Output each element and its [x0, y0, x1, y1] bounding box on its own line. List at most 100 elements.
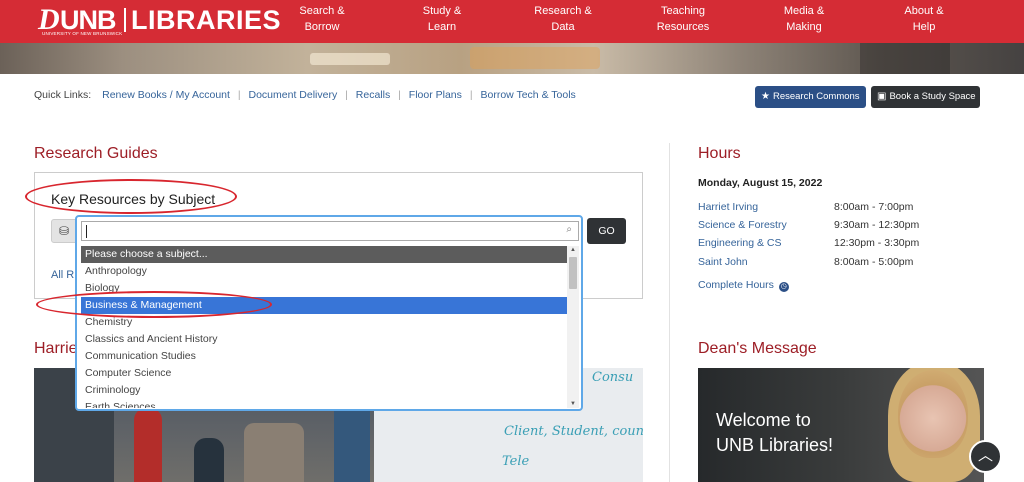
complete-hours-link[interactable]: Complete Hours ◷ — [698, 279, 789, 292]
quick-link-separator: | — [345, 89, 348, 101]
subject-search-input[interactable]: ⌕ — [81, 221, 579, 241]
nav-research-data[interactable]: Research & Data — [508, 3, 618, 35]
hours-time: 8:00am - 7:00pm — [834, 201, 914, 213]
subject-option[interactable]: Anthropology — [81, 263, 567, 280]
nav-label-line1: Study & — [422, 5, 462, 17]
hours-row: Engineering & CS 12:30pm - 3:30pm — [698, 237, 988, 249]
all-resources-link[interactable]: All R — [51, 269, 74, 281]
whiteboard-text: Consu — [592, 370, 634, 385]
clock-icon: ◷ — [778, 282, 789, 292]
hours-heading: Hours — [698, 145, 741, 162]
nav-label-line2: Borrow — [304, 21, 340, 33]
nav-label-line1: Teaching — [660, 5, 706, 17]
subject-option[interactable]: Criminology — [81, 382, 567, 399]
complete-hours-label: Complete Hours — [698, 279, 774, 291]
top-navigation-bar: D UNB LIBRARIES UNIVERSITY OF NEW BRUNSW… — [0, 0, 1024, 43]
dean-message-image[interactable]: Welcome to UNB Libraries! — [698, 368, 984, 482]
nav-label-line2: Help — [912, 21, 936, 33]
subject-select-dropdown[interactable]: ⌕ Please choose a subject... Anthropolog… — [75, 215, 583, 411]
hours-time: 12:30pm - 3:30pm — [834, 237, 920, 249]
quick-link-document-delivery[interactable]: Document Delivery — [249, 89, 338, 101]
nav-label-line1: Search & — [299, 5, 345, 17]
hours-location-link[interactable]: Science & Forestry — [698, 219, 787, 231]
welcome-line-2: UNB Libraries! — [716, 435, 834, 455]
subject-option[interactable]: Communication Studies — [81, 348, 567, 365]
book-study-space-button[interactable]: ▣ Book a Study Space — [871, 86, 980, 108]
scroll-down-arrow-icon[interactable]: ▼ — [567, 401, 579, 407]
subject-option[interactable]: Chemistry — [81, 314, 567, 331]
database-icon: ⛁ — [51, 219, 77, 243]
key-resources-title: Key Resources by Subject — [51, 191, 216, 207]
nav-label-line2: Learn — [427, 21, 457, 33]
chevron-up-icon: ︿ — [977, 447, 993, 464]
star-icon: ★ — [761, 91, 770, 102]
scroll-up-arrow-icon[interactable]: ▲ — [567, 247, 579, 253]
deans-message-heading: Dean's Message — [698, 340, 817, 357]
nav-study-learn[interactable]: Study & Learn — [387, 3, 497, 35]
nav-about-help[interactable]: About & Help — [869, 3, 979, 35]
nav-media-making[interactable]: Media & Making — [749, 3, 859, 35]
scroll-to-top-button[interactable]: ︿ — [969, 440, 1002, 473]
subject-options-list: Please choose a subject... Anthropology … — [81, 246, 567, 408]
hours-date: Monday, August 15, 2022 — [698, 177, 823, 189]
quick-link-separator: | — [237, 89, 241, 101]
whiteboard-text: Tele — [502, 454, 530, 469]
welcome-line-1: Welcome to — [716, 410, 811, 430]
nav-label-line1: About & — [904, 5, 944, 17]
subject-option-placeholder[interactable]: Please choose a subject... — [81, 246, 567, 263]
nav-label-line1: Media & — [783, 5, 825, 17]
nav-label-line1: Research & — [534, 5, 592, 17]
quick-link-recalls[interactable]: Recalls — [356, 89, 390, 101]
hours-location-link[interactable]: Engineering & CS — [698, 237, 781, 249]
quick-links-label: Quick Links: — [34, 89, 92, 101]
text-caret — [86, 225, 87, 238]
nav-label-line2: Data — [551, 21, 575, 33]
research-commons-button[interactable]: ★ Research Commons — [755, 86, 866, 108]
hours-location-link[interactable]: Harriet Irving — [698, 201, 758, 213]
whiteboard-text: Client, Student, counsel — [504, 424, 643, 439]
scrollbar-thumb[interactable] — [569, 257, 577, 289]
dean-portrait-face — [898, 370, 968, 458]
hours-time: 9:30am - 12:30pm — [834, 219, 920, 231]
logo-libraries-text: LIBRARIES — [131, 5, 282, 35]
nav-teaching-resources[interactable]: Teaching Resources — [628, 3, 738, 35]
banner-highlight — [310, 53, 390, 65]
go-button[interactable]: GO — [587, 218, 626, 244]
photo-person — [134, 408, 162, 482]
banner-highlight — [470, 47, 600, 69]
logo-separator — [124, 8, 126, 32]
banner-shadow — [860, 43, 950, 74]
nav-search-borrow[interactable]: Search & Borrow — [267, 3, 377, 35]
quick-link-separator: | — [398, 89, 401, 101]
photo-group — [244, 423, 304, 482]
research-guides-heading: Research Guides — [34, 145, 158, 162]
harriet-heading: Harrie — [34, 340, 78, 357]
hours-row: Science & Forestry 9:30am - 12:30pm — [698, 219, 988, 231]
hours-row: Saint John 8:00am - 5:00pm — [698, 256, 988, 268]
logo-subtext: UNIVERSITY OF NEW BRUNSWICK — [42, 31, 123, 36]
subject-option[interactable]: Classics and Ancient History — [81, 331, 567, 348]
book-study-space-label: Book a Study Space — [889, 91, 976, 102]
nav-label-line2: Making — [786, 21, 822, 33]
quick-link-renew[interactable]: Renew Books / My Account — [102, 89, 230, 101]
hours-location-link[interactable]: Saint John — [698, 256, 748, 268]
hours-row: Harriet Irving 8:00am - 7:00pm — [698, 201, 988, 213]
quick-links-bar: Quick Links: Renew Books / My Account | … — [34, 89, 576, 101]
column-divider — [669, 143, 670, 482]
subject-option[interactable]: Computer Science — [81, 365, 567, 382]
quick-link-floor-plans[interactable]: Floor Plans — [409, 89, 462, 101]
photo-person — [194, 438, 224, 482]
research-commons-label: Research Commons — [772, 91, 860, 102]
quick-link-separator: | — [469, 89, 473, 101]
quick-link-borrow-tech[interactable]: Borrow Tech & Tools — [480, 89, 575, 101]
search-icon: ⌕ — [566, 224, 572, 235]
dropdown-scrollbar[interactable]: ▲ ▼ — [567, 246, 579, 408]
calendar-check-icon: ▣ — [877, 91, 887, 102]
subject-option[interactable]: Biology — [81, 280, 567, 297]
nav-label-line2: Resources — [656, 21, 710, 33]
hours-time: 8:00am - 5:00pm — [834, 256, 914, 268]
subject-option-highlighted[interactable]: Business & Management — [81, 297, 567, 314]
dean-welcome-text: Welcome to UNB Libraries! — [716, 408, 833, 458]
subject-option[interactable]: Earth Sciences — [81, 399, 567, 408]
header-banner-image — [0, 43, 1024, 74]
